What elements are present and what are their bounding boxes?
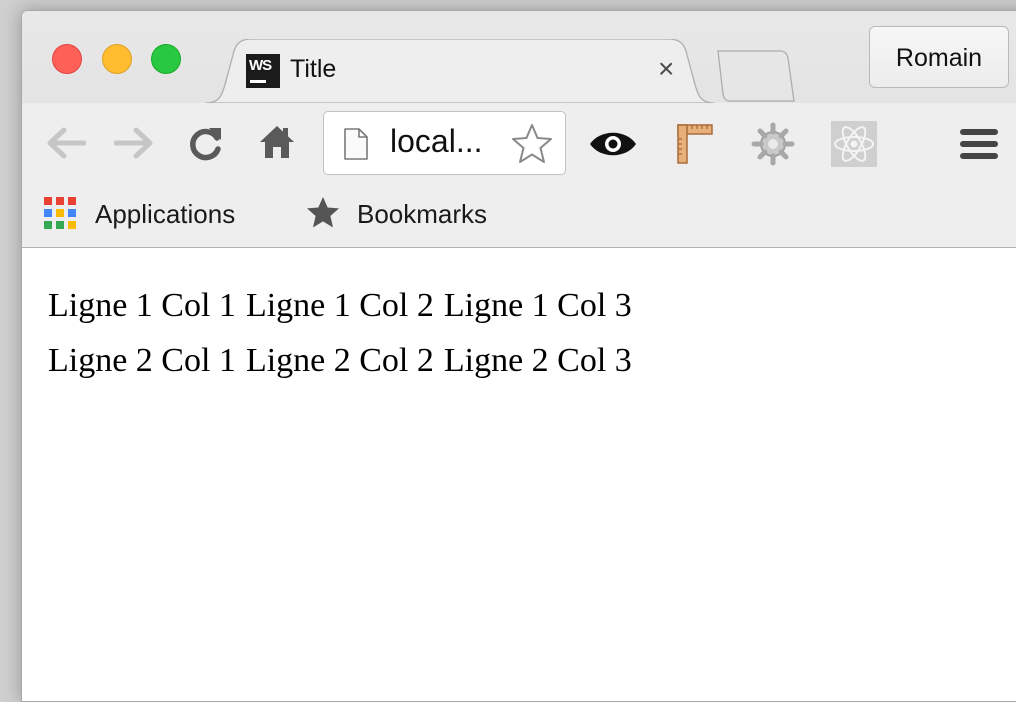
reload-icon[interactable] xyxy=(187,125,225,163)
table-cell: Ligne 2 Col 1 xyxy=(48,342,236,379)
back-arrow-icon[interactable] xyxy=(44,125,86,161)
window-minimize-button[interactable] xyxy=(102,44,132,74)
table-cell: Ligne 2 Col 3 xyxy=(443,342,632,379)
bookmarks-bar: Applications Bookmarks xyxy=(22,183,1016,247)
browser-window: WS Title × Romain local... Applications … xyxy=(21,10,1016,702)
apps-grid-icon[interactable] xyxy=(43,196,77,230)
browser-chrome: WS Title × Romain local... Applications … xyxy=(22,11,1016,248)
table-cell: Ligne 2 Col 2 xyxy=(245,342,434,379)
window-maximize-button[interactable] xyxy=(151,44,181,74)
bookmark-folder-bookmarks[interactable]: Bookmarks xyxy=(357,199,487,230)
table-row: Ligne 2 Col 1 Ligne 2 Col 2 Ligne 2 Col … xyxy=(48,333,642,388)
tab-active[interactable]: WS Title × xyxy=(206,39,714,103)
bookmarks-star-icon xyxy=(307,197,339,228)
tab-close-icon[interactable]: × xyxy=(658,53,674,85)
bookmark-applications[interactable]: Applications xyxy=(95,199,235,230)
profile-button[interactable]: Romain xyxy=(869,26,1009,88)
home-icon[interactable] xyxy=(258,123,296,161)
hamburger-menu-icon[interactable] xyxy=(959,127,999,161)
forward-arrow-icon[interactable] xyxy=(114,125,156,161)
data-table: Ligne 1 Col 1 Ligne 1 Col 2 Ligne 1 Col … xyxy=(48,278,642,388)
table-cell: Ligne 1 Col 2 xyxy=(245,287,434,324)
tab-strip: WS Title × Romain xyxy=(22,11,1016,103)
tab-shape xyxy=(206,39,714,103)
bookmark-star-icon[interactable] xyxy=(510,122,554,166)
navigation-toolbar: local... xyxy=(22,103,1016,183)
ruler-icon[interactable] xyxy=(670,121,716,167)
page-icon xyxy=(344,128,368,160)
gear-bug-icon[interactable] xyxy=(750,121,796,167)
webstorm-favicon-icon: WS xyxy=(246,54,280,88)
eye-icon[interactable] xyxy=(588,129,638,159)
page-content: Ligne 1 Col 1 Ligne 1 Col 2 Ligne 1 Col … xyxy=(22,248,1016,701)
react-atom-icon[interactable] xyxy=(830,120,878,168)
address-bar[interactable]: local... xyxy=(323,111,566,175)
tab-title: Title xyxy=(290,55,337,83)
url-text: local... xyxy=(390,123,483,159)
new-tab-button[interactable] xyxy=(716,50,796,102)
table-cell: Ligne 1 Col 1 xyxy=(48,287,236,324)
window-close-button[interactable] xyxy=(52,44,82,74)
table-cell: Ligne 1 Col 3 xyxy=(443,287,632,324)
table-row: Ligne 1 Col 1 Ligne 1 Col 2 Ligne 1 Col … xyxy=(48,278,642,333)
